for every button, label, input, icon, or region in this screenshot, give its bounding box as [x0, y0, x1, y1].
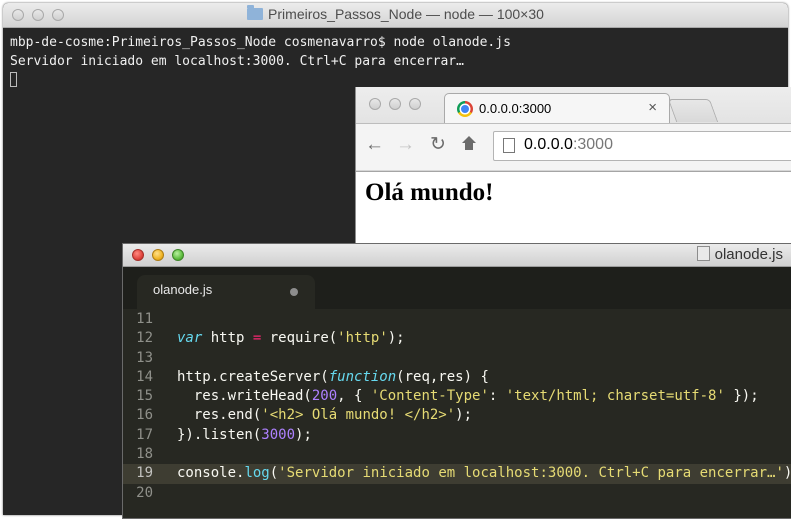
page-icon	[503, 138, 515, 153]
line-number: 12	[136, 330, 153, 347]
back-arrow-icon[interactable]: ←	[365, 135, 384, 155]
line-number: 15	[136, 388, 153, 405]
line-number: 11	[136, 311, 153, 327]
terminal-cursor	[10, 72, 17, 87]
terminal-line-command: mbp-de-cosme:Primeiros_Passos_Node cosme…	[10, 35, 511, 50]
terminal-output[interactable]: mbp-de-cosme:Primeiros_Passos_Node cosme…	[3, 28, 788, 90]
terminal-line-output: Servidor iniciado em localhost:3000. Ctr…	[10, 54, 464, 69]
editor-window-title: olanode.js	[696, 246, 783, 263]
code-line[interactable]: 20	[123, 484, 791, 503]
minimize-icon[interactable]	[389, 98, 401, 110]
close-icon[interactable]	[369, 98, 381, 110]
document-icon	[696, 246, 710, 261]
line-number: 20	[136, 484, 153, 501]
editor-window-title-text: olanode.js	[714, 246, 783, 263]
terminal-title-text: Primeiros_Passos_Node — node — 100×30	[268, 6, 544, 22]
line-number: 14	[136, 368, 153, 385]
zoom-icon[interactable]	[409, 98, 421, 110]
zoom-icon[interactable]	[172, 249, 184, 261]
editor-tab-label: olanode.js	[153, 282, 213, 297]
code-line[interactable]: 18	[123, 445, 791, 464]
code-line[interactable]: 11	[123, 310, 791, 329]
line-number: 16	[136, 407, 153, 424]
minimize-icon[interactable]	[152, 249, 164, 261]
editor-tab[interactable]: olanode.js	[137, 275, 315, 309]
code-line-current[interactable]: 19 console.log('Servidor iniciado em loca…	[123, 464, 791, 484]
code-line[interactable]: 16 res.end('<h2> Olá mundo! </h2>');	[123, 406, 791, 425]
line-number: 18	[136, 446, 153, 463]
browser-window[interactable]: 0.0.0.0:3000 × ← → ↻ 0.0.0.0:3000 Olá mu…	[355, 87, 791, 267]
code-line[interactable]: 17}).listen(3000);	[123, 426, 791, 445]
url-text: 0.0.0.0:3000	[524, 136, 613, 154]
chrome-favicon-icon	[457, 101, 473, 117]
new-tab-button[interactable]	[667, 99, 719, 122]
editor-titlebar[interactable]: olanode.js	[123, 244, 791, 267]
code-area[interactable]: 11 12 var http = require('http'); 13 14 ht…	[123, 310, 791, 503]
terminal-title: Primeiros_Passos_Node — node — 100×30	[3, 5, 788, 22]
browser-toolbar: ← → ↻ 0.0.0.0:3000	[356, 123, 791, 170]
browser-tab[interactable]: 0.0.0.0:3000 ×	[444, 93, 670, 123]
editor-window[interactable]: olanode.js olanode.js 11 12 var http = re…	[122, 243, 791, 519]
forward-arrow-icon[interactable]: →	[396, 135, 415, 155]
tab-title: 0.0.0.0:3000	[479, 101, 552, 116]
unsaved-dot-icon[interactable]	[290, 288, 298, 296]
close-icon[interactable]	[132, 249, 144, 261]
code-line[interactable]: 12 var http = require('http');	[123, 329, 791, 348]
page-heading: Olá mundo!	[365, 179, 494, 206]
url-host: 0.0.0.0	[524, 136, 573, 153]
editor-tabbar: olanode.js	[123, 267, 791, 309]
url-port: :3000	[572, 136, 613, 153]
folder-icon	[247, 5, 264, 20]
code-line[interactable]: 14 http.createServer(function(req,res) {	[123, 368, 791, 387]
home-icon[interactable]	[462, 135, 476, 155]
tab-close-icon[interactable]: ×	[648, 99, 657, 116]
line-number: 17	[136, 426, 153, 443]
code-line[interactable]: 15 res.writeHead(200, { 'Content-Type': …	[123, 387, 791, 406]
terminal-titlebar[interactable]: Primeiros_Passos_Node — node — 100×30	[3, 3, 788, 28]
code-line[interactable]: 13	[123, 349, 791, 368]
reload-icon[interactable]: ↻	[430, 135, 446, 155]
line-number: 19	[136, 465, 153, 482]
line-number: 13	[136, 349, 153, 366]
address-bar[interactable]: 0.0.0.0:3000	[493, 131, 791, 161]
browser-chrome: 0.0.0.0:3000 × ← → ↻ 0.0.0.0:3000	[356, 87, 791, 172]
